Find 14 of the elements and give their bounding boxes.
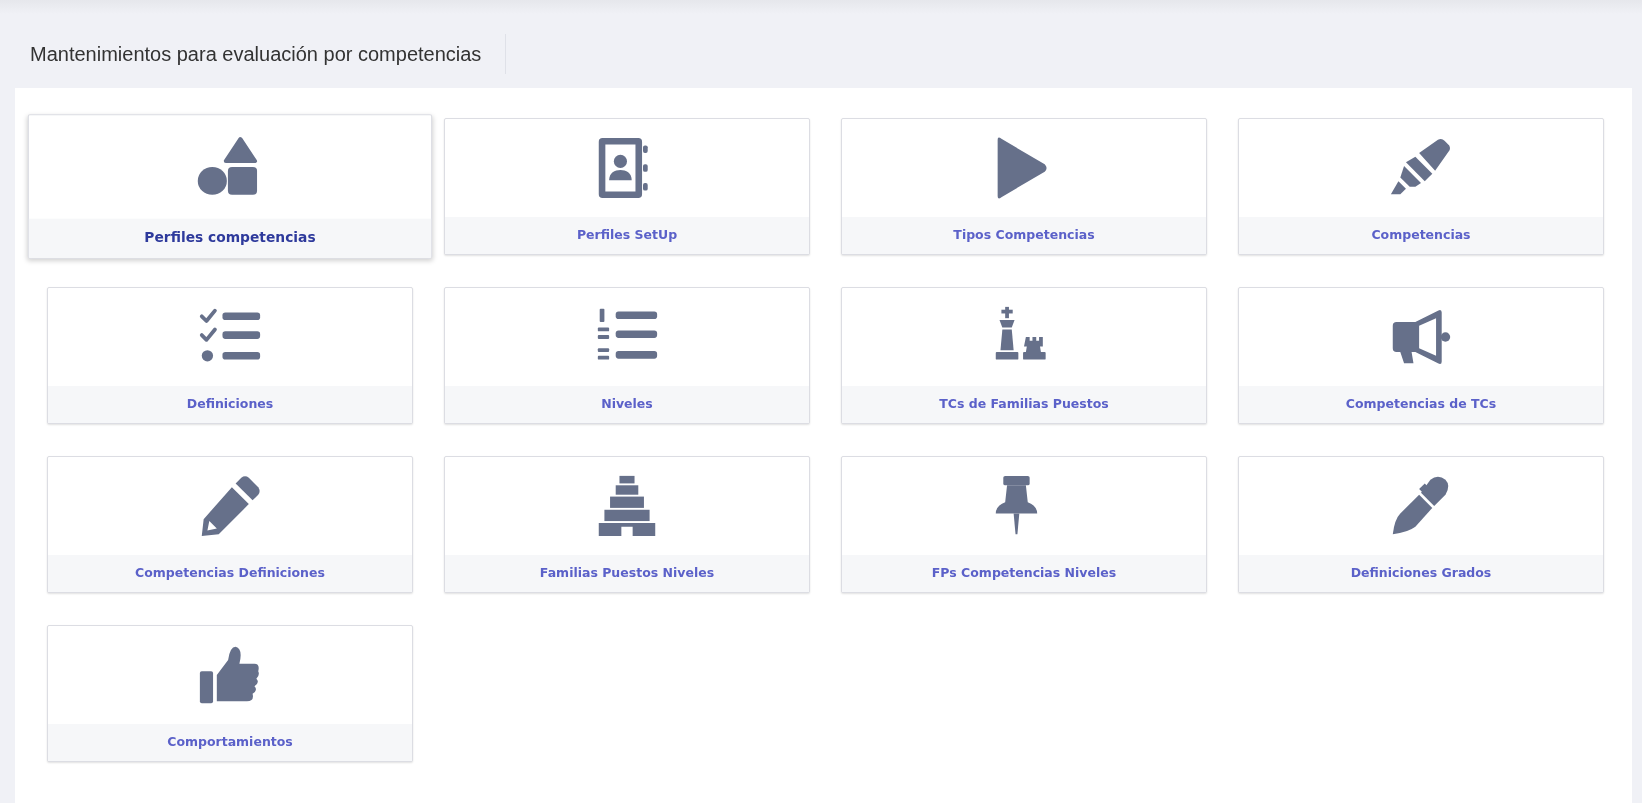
- menu-tile[interactable]: Competencias: [1238, 118, 1604, 255]
- menu-tile[interactable]: Comportamientos: [47, 625, 413, 762]
- menu-tile[interactable]: FPs Competencias Niveles: [841, 456, 1207, 593]
- menu-tile[interactable]: Perfiles SetUp: [444, 118, 810, 255]
- menu-tile[interactable]: Tipos Competencias: [841, 118, 1207, 255]
- menu-tile[interactable]: Competencias Definiciones: [47, 456, 413, 593]
- menu-tile[interactable]: Perfiles competencias: [27, 114, 433, 259]
- menu-tile[interactable]: TCs de Familias Puestos: [841, 287, 1207, 424]
- menu-tile[interactable]: Definiciones: [47, 287, 413, 424]
- menu-tile[interactable]: Familias Puestos Niveles: [444, 456, 810, 593]
- page-title: Mantenimientos para evaluación por competencias: [30, 34, 507, 74]
- menu-tile[interactable]: Niveles: [444, 287, 810, 424]
- menu-tile[interactable]: Definiciones Grados: [1238, 456, 1604, 593]
- menu-tile[interactable]: Competencias de TCs: [1238, 287, 1604, 424]
